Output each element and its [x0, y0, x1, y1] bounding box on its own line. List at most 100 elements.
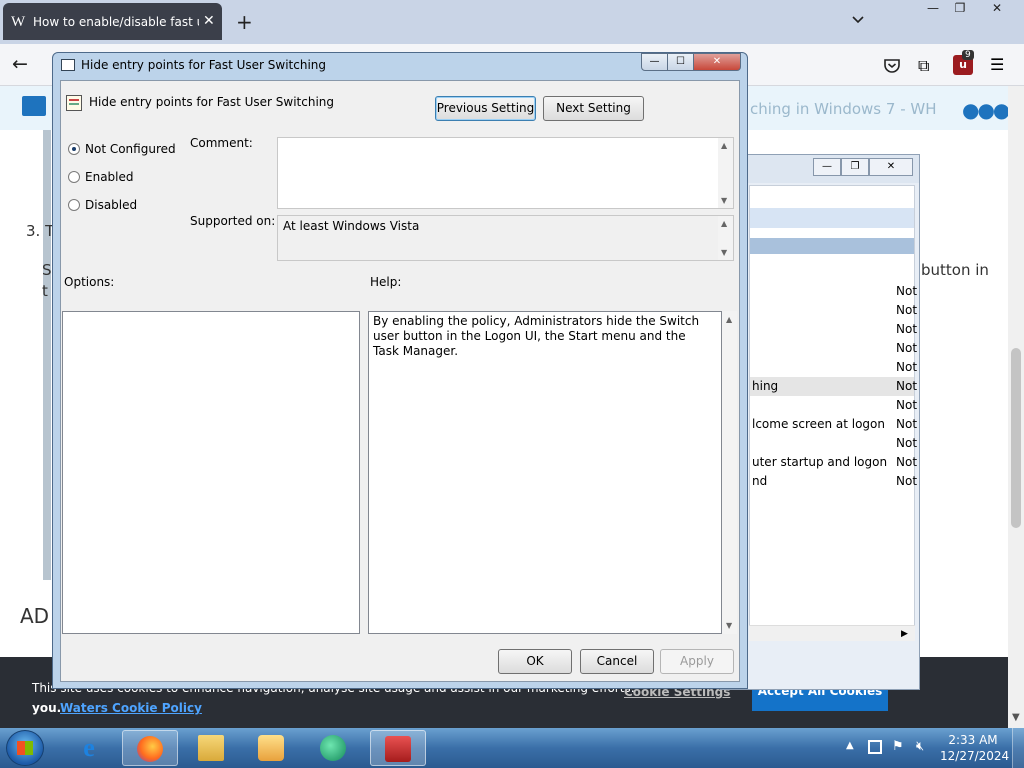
policy-row-name: uter startup and logon [752, 455, 888, 469]
page-ad-label: AD [20, 604, 50, 628]
page-paragraph-text: S [42, 261, 52, 279]
policy-row-state: Not [896, 455, 918, 469]
action-center-flag-icon[interactable]: ⚑ [892, 739, 904, 754]
help-label: Help: [370, 275, 402, 289]
not-configured-label: Not Configured [85, 142, 176, 156]
previous-setting-button[interactable]: Previous Setting [435, 96, 536, 121]
comment-scrollbar[interactable]: ▲ ▼ [718, 138, 733, 208]
page-step-text: 3. T [26, 222, 55, 240]
scroll-up-arrow-icon[interactable]: ▲ [721, 141, 727, 150]
policy-list-row[interactable]: Not [750, 282, 918, 301]
help-text: By enabling the policy, Administrators h… [373, 314, 700, 358]
help-pane: By enabling the policy, Administrators h… [368, 311, 722, 634]
page-scrollbar[interactable]: ▼ [1008, 86, 1024, 728]
scroll-down-arrow-icon[interactable]: ▼ [721, 196, 727, 205]
scroll-down-arrow-icon[interactable]: ▼ [721, 248, 727, 257]
comment-label: Comment: [190, 136, 253, 150]
tab-list-chevron-icon[interactable] [850, 12, 866, 28]
comment-textarea[interactable]: ▲ ▼ [277, 137, 734, 209]
policy-row-state: Not [896, 474, 918, 488]
start-button-windows-icon[interactable] [6, 730, 44, 766]
page-left-image-edge [43, 130, 51, 580]
scroll-up-arrow-icon[interactable]: ▲ [721, 219, 727, 228]
dialog-app-icon [61, 59, 75, 71]
browser-tab[interactable]: W How to enable/disable fast user switch… [3, 3, 222, 40]
new-tab-button[interactable]: + [236, 10, 253, 34]
policy-list-row[interactable]: lcome screen at logon Not [750, 415, 918, 434]
show-hidden-icons-arrow-icon[interactable]: ▲ [846, 740, 854, 751]
supported-scrollbar[interactable]: ▲ ▼ [718, 216, 733, 260]
scroll-right-arrow-icon[interactable]: ▶ [901, 626, 908, 642]
clock-time[interactable]: 2:33 AM [940, 733, 1006, 747]
taskbar-media-player[interactable] [244, 730, 300, 766]
cookie-policy-link[interactable]: Waters Cookie Policy [60, 701, 202, 715]
policy-setting-icon [66, 95, 82, 111]
bg-restore-button[interactable]: ❐ [841, 158, 869, 176]
policy-list-row[interactable]: nd Not [750, 472, 918, 491]
cancel-button[interactable]: Cancel [580, 649, 654, 674]
policy-list-row[interactable]: Not [750, 434, 917, 453]
clock-date[interactable]: 12/27/2024 [940, 749, 1009, 763]
scroll-up-arrow-icon[interactable]: ▲ [726, 315, 732, 324]
policy-setting-dialog: Hide entry points for Fast User Switchin… [52, 52, 748, 689]
scroll-down-arrow-icon[interactable]: ▼ [1012, 712, 1020, 723]
policy-row-state: Not [896, 398, 918, 412]
toolbox-icon [385, 736, 411, 762]
policy-list-row[interactable]: Not [750, 358, 917, 377]
policy-row-state: Not [896, 284, 918, 298]
options-pane [62, 311, 360, 634]
browser-minimize-button[interactable]: — [918, 0, 948, 18]
scroll-down-arrow-icon[interactable]: ▼ [726, 621, 732, 630]
app-icon [320, 735, 346, 761]
taskbar-toolbox[interactable] [370, 730, 426, 766]
volume-muted-icon[interactable]: 🔇︎ [916, 739, 924, 754]
enabled-label: Enabled [85, 170, 134, 184]
ok-button[interactable]: OK [498, 649, 572, 674]
back-arrow-icon[interactable]: ← [12, 54, 34, 76]
dialog-minimize-button[interactable]: — [641, 53, 668, 71]
media-player-icon [258, 735, 284, 761]
bg-minimize-button[interactable]: — [813, 158, 841, 176]
more-options-icon[interactable]: ●●● [962, 98, 1010, 122]
policy-list-row[interactable]: Not [750, 339, 917, 358]
taskbar-app[interactable] [306, 730, 362, 766]
help-scrollbar[interactable]: ▲ ▼ [722, 311, 737, 634]
tab-close-icon[interactable]: ✕ [203, 13, 215, 29]
options-label: Options: [64, 275, 115, 289]
apply-button[interactable]: Apply [660, 649, 734, 674]
page-scrollbar-thumb[interactable] [1011, 348, 1021, 528]
policy-list-row[interactable]: Not [750, 301, 918, 320]
policy-row-state: Not [896, 322, 918, 336]
site-folder-icon[interactable] [22, 96, 46, 116]
folder-icon [198, 735, 224, 761]
policy-list-row[interactable]: Not [750, 320, 918, 339]
taskbar-internet-explorer[interactable]: e [62, 730, 118, 766]
hamburger-menu-icon[interactable]: ☰ [990, 57, 1008, 73]
taskbar-file-explorer[interactable] [184, 730, 240, 766]
radio-selected-icon [68, 143, 80, 155]
policy-list-row[interactable]: uter startup and logon Not [750, 453, 918, 472]
browser-restore-button[interactable]: ❐ [945, 0, 975, 18]
policy-list-row[interactable]: Not [750, 396, 918, 415]
network-icon[interactable] [868, 740, 882, 754]
policy-list-row[interactable]: hing Not [750, 377, 917, 396]
policy-row-state: Not [896, 417, 918, 431]
show-desktop-button[interactable] [1012, 728, 1024, 768]
extensions-puzzle-icon[interactable]: ⧉ [918, 56, 938, 76]
list-header-band [750, 208, 914, 228]
supported-on-value: At least Windows Vista [283, 219, 420, 233]
next-setting-button[interactable]: Next Setting [543, 96, 644, 121]
bg-close-button[interactable]: ✕ [869, 158, 913, 176]
page-title: ching in Windows 7 - WH [750, 100, 937, 118]
ublock-count-badge: 9 [962, 50, 974, 60]
policy-settings-list: Not Not Not Not Not hing Not Not lcome screen at… [749, 185, 918, 641]
policy-row-state: Not [896, 303, 918, 317]
dialog-maximize-button[interactable]: ☐ [667, 53, 694, 71]
bg-horizontal-scrollbar[interactable]: ▶ [749, 625, 915, 641]
taskbar-firefox[interactable] [122, 730, 178, 766]
dialog-body: Hide entry points for Fast User Switchin… [60, 80, 740, 682]
page-paragraph-fragment: button in [921, 261, 989, 279]
dialog-close-button[interactable]: ✕ [693, 53, 741, 71]
pocket-icon[interactable] [882, 56, 902, 76]
browser-close-button[interactable]: ✕ [980, 0, 1014, 18]
